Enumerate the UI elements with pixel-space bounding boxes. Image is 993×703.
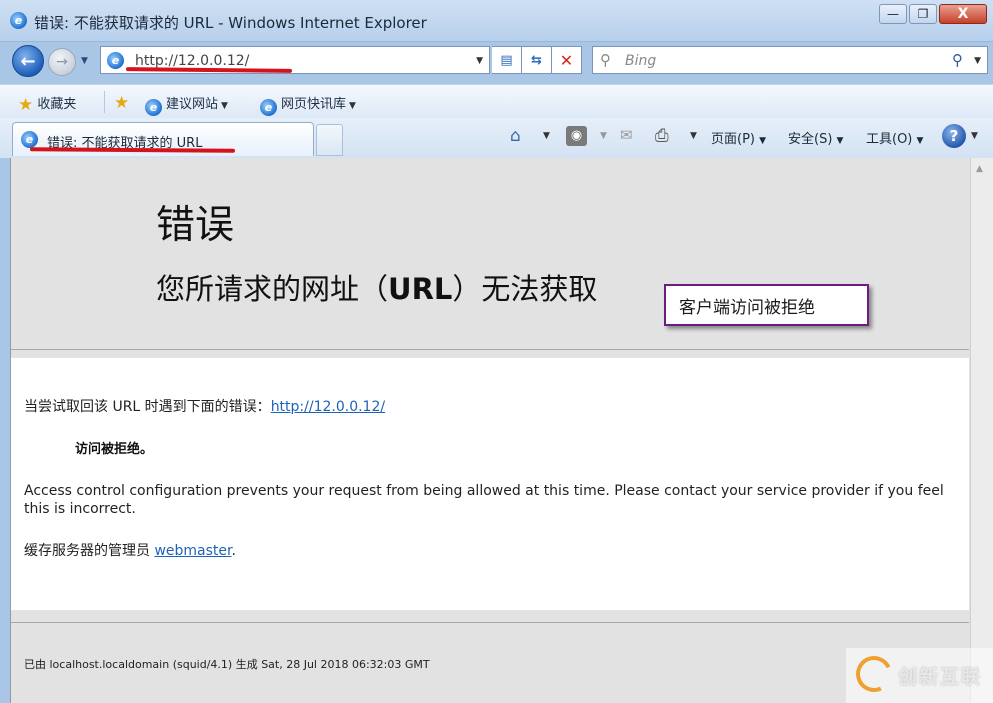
error-subtitle: 您所请求的网址（URL）无法获取	[156, 266, 597, 308]
scroll-up-arrow-icon[interactable]: ▲	[976, 164, 983, 174]
search-options-dropdown-icon[interactable]: ▼	[974, 56, 981, 66]
fav-item-label: 网页快讯库	[281, 97, 347, 112]
chevron-down-icon: ▼	[349, 101, 356, 111]
window-controls: — ❐ X	[877, 4, 987, 24]
address-dropdown-icon[interactable]: ▼	[476, 56, 483, 66]
admin-paragraph: 缓存服务器的管理员 webmaster.	[24, 540, 236, 560]
page-footer: 已由 localhost.localdomain (squid/4.1) 生成 …	[24, 658, 430, 671]
admin-text: 缓存服务器的管理员	[24, 543, 155, 559]
chevron-down-icon: ▼	[221, 101, 228, 111]
maximize-button[interactable]: ❐	[909, 4, 937, 24]
tab-ie-icon: e	[21, 131, 38, 148]
tools-menu[interactable]: 工具(O) ▼	[866, 128, 923, 147]
vertical-scrollbar[interactable]: ▲	[970, 158, 993, 703]
navigation-bar: ← → ▼ e http://12.0.0.12/ ▼ ▤ ⇆ ✕ ⚲ Bing…	[0, 42, 993, 80]
explanation-text: Access control configuration prevents yo…	[24, 483, 944, 517]
window-title: 错误: 不能获取请求的 URL - Windows Internet Explo…	[34, 14, 427, 32]
recent-pages-dropdown-icon[interactable]: ▼	[81, 56, 88, 66]
search-box[interactable]: ⚲ Bing ⚲ ▼	[592, 46, 988, 74]
print-dropdown-icon[interactable]: ▼	[690, 131, 697, 141]
subtitle-prefix: 您所请求的网址（	[156, 272, 389, 306]
subtitle-suffix: ）无法获取	[452, 272, 598, 306]
back-button[interactable]: ←	[12, 45, 44, 77]
fav-item-web-slice-gallery[interactable]: e 网页快讯库 ▼	[260, 93, 356, 116]
compatibility-view-icon[interactable]: ▤	[492, 46, 522, 74]
favorites-star-icon: ★	[18, 95, 34, 115]
favorites-label: 收藏夹	[37, 97, 77, 112]
header-divider	[11, 349, 969, 350]
access-denied-text: 访问被拒绝。	[75, 442, 154, 457]
fav-item-suggested-sites[interactable]: e 建议网站 ▼	[145, 93, 228, 116]
minimize-button[interactable]: —	[879, 4, 907, 24]
favorites-separator	[104, 91, 105, 113]
address-tools: ▤ ⇆ ✕	[492, 46, 582, 74]
retrieve-paragraph: 当尝试取回该 URL 时遇到下面的错误：http://12.0.0.12/	[24, 396, 385, 416]
page-menu-label: 页面(P)	[711, 132, 755, 147]
chevron-down-icon: ▼	[759, 136, 767, 146]
home-icon[interactable]: ⌂	[510, 126, 521, 146]
watermark-text: 创新互联	[898, 666, 983, 688]
callout-annotation: 客户端访问被拒绝	[664, 284, 869, 326]
error-body: 当尝试取回该 URL 时遇到下面的错误：http://12.0.0.12/ 访问…	[11, 358, 969, 610]
ie-site-icon: e	[145, 99, 162, 116]
home-dropdown-icon[interactable]: ▼	[543, 131, 550, 141]
search-input[interactable]: Bing	[625, 53, 656, 69]
retrieve-text: 当尝试取回该 URL 时遇到下面的错误：	[24, 399, 271, 415]
fav-item-label: 建议网站	[166, 97, 219, 112]
chevron-down-icon: ▼	[836, 136, 844, 146]
retrieve-url-link[interactable]: http://12.0.0.12/	[271, 399, 385, 415]
chevron-down-icon: ▼	[916, 136, 924, 146]
watermark-logo-icon	[850, 650, 898, 698]
refresh-icon[interactable]: ⇆	[522, 46, 552, 74]
add-to-favorites-bar-icon[interactable]: ★	[114, 93, 129, 113]
safety-menu-label: 安全(S)	[788, 132, 833, 147]
footer-divider	[11, 622, 969, 623]
page-menu[interactable]: 页面(P) ▼	[711, 128, 766, 147]
new-tab-button[interactable]	[316, 124, 343, 156]
help-dropdown-icon[interactable]: ▼	[971, 131, 978, 141]
title-bar: e 错误: 不能获取请求的 URL - Windows Internet Exp…	[0, 0, 993, 42]
favorites-button[interactable]: ★ 收藏夹	[18, 93, 76, 115]
forward-button[interactable]: →	[48, 48, 76, 76]
search-provider-icon: ⚲	[600, 51, 611, 69]
favorites-bar: ★ 收藏夹 ★ e 建议网站 ▼ e 网页快讯库 ▼	[0, 84, 993, 118]
admin-end: .	[231, 543, 236, 559]
watermark: 创新互联	[846, 648, 993, 703]
ie-site-icon: e	[260, 99, 277, 116]
webmaster-link[interactable]: webmaster	[154, 543, 231, 559]
search-icon[interactable]: ⚲	[952, 51, 963, 69]
page-viewport: 错误 您所请求的网址（URL）无法获取 当尝试取回该 URL 时遇到下面的错误：…	[10, 158, 970, 703]
feeds-icon[interactable]: ◉	[566, 126, 587, 146]
stop-icon[interactable]: ✕	[552, 46, 582, 74]
subtitle-url: URL	[388, 272, 453, 306]
close-button[interactable]: X	[939, 4, 987, 24]
ie-logo-icon: e	[10, 12, 27, 29]
ie-page-icon: e	[107, 52, 124, 69]
safety-menu[interactable]: 安全(S) ▼	[788, 128, 843, 147]
print-icon[interactable]: ⎙	[655, 126, 669, 146]
read-mail-icon[interactable]: ✉	[620, 126, 633, 144]
help-icon[interactable]: ?	[942, 124, 966, 148]
tools-menu-label: 工具(O)	[866, 132, 913, 147]
error-title: 错误	[156, 203, 235, 248]
feeds-dropdown-icon[interactable]: ▼	[600, 131, 607, 141]
add-favorite-star-icon: ★	[114, 93, 130, 113]
